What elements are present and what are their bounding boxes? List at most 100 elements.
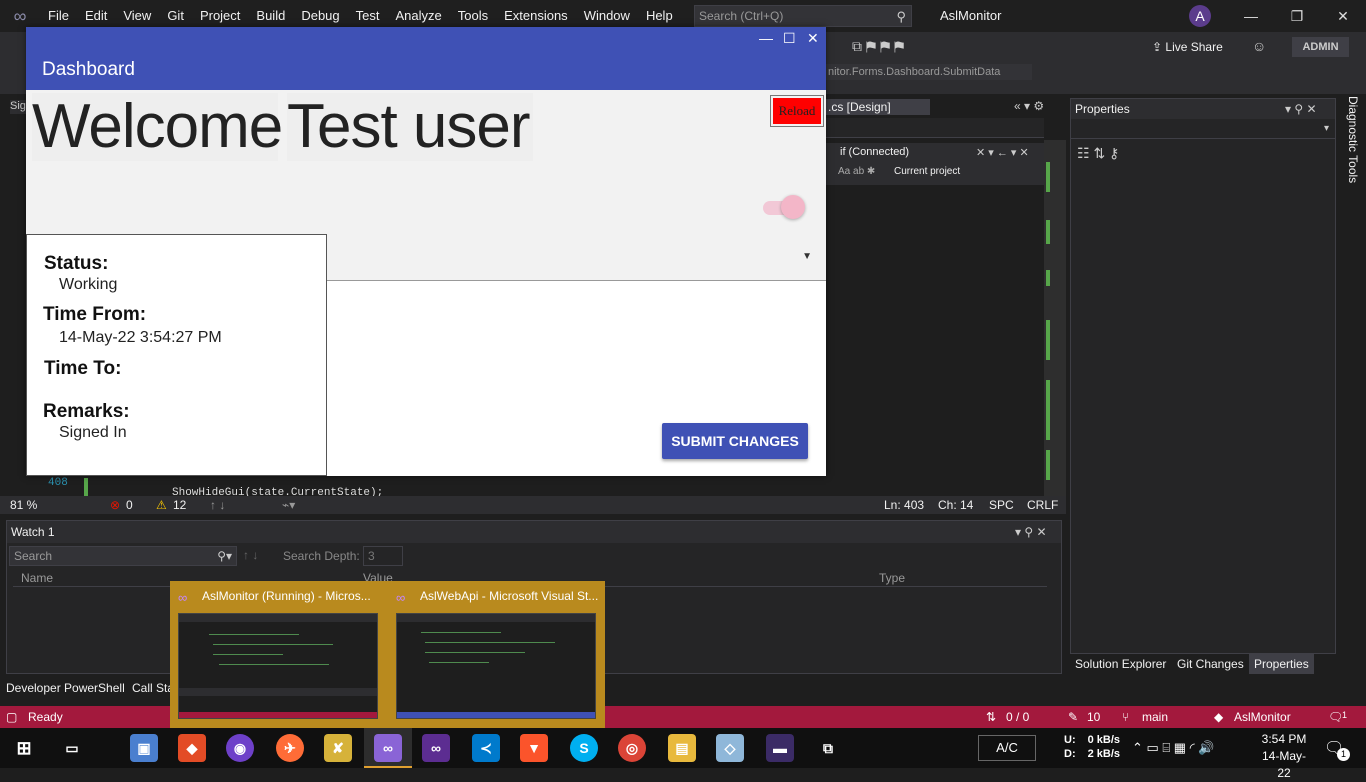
branch-icon: ⑂: [1122, 710, 1130, 724]
navigation-bar[interactable]: [826, 118, 1044, 138]
postman-icon[interactable]: ✈: [276, 734, 304, 762]
skype-icon[interactable]: S: [570, 734, 598, 762]
editor-scrollbar[interactable]: [1044, 140, 1066, 496]
tab-properties[interactable]: Properties: [1249, 654, 1314, 674]
repo-name[interactable]: AslMonitor: [1234, 710, 1291, 724]
categorized-icon[interactable]: ☷ ⇅ ⚷: [1077, 145, 1119, 161]
watch-header: Watch 1 ▾ ⚲ ✕: [7, 521, 1061, 543]
minimize-icon[interactable]: —: [1228, 0, 1274, 32]
toggle-switch-thumb[interactable]: [781, 195, 805, 219]
vs-search-placeholder: Search (Ctrl+Q): [699, 9, 784, 23]
reload-button[interactable]: Reload: [770, 95, 824, 127]
search-icon: ⚲▾: [217, 549, 232, 563]
col-name[interactable]: Name: [21, 571, 53, 585]
chevron-down-icon: ▼: [802, 251, 812, 262]
tab-call-stack[interactable]: Call Sta: [132, 678, 174, 698]
find-scope[interactable]: Current project: [894, 166, 960, 177]
bookmark-icon[interactable]: ⧉ ⚑ ⚑ ⚑: [852, 38, 904, 55]
branch-name[interactable]: main: [1142, 710, 1168, 724]
window-switcher-icon[interactable]: ⧉: [814, 734, 842, 762]
tab-git-changes[interactable]: Git Changes: [1172, 654, 1249, 674]
maximize-icon[interactable]: ☐: [783, 27, 796, 50]
brave-icon[interactable]: ▼: [520, 734, 548, 762]
find-panel: if (Connected) ✕ ▾ ← ▾ ✕ Aa ab ✱ Current…: [826, 143, 1044, 185]
panel-options-icon[interactable]: ▾ ⚲ ✕: [1285, 99, 1317, 119]
member-dropdown[interactable]: nitor.Forms.Dashboard.SubmitData: [826, 64, 1032, 80]
match-case-icon[interactable]: Aa ab ✱: [838, 166, 875, 177]
notification-icon[interactable]: 🗨: [1328, 710, 1343, 724]
github-icon[interactable]: ◉: [226, 734, 254, 762]
clock[interactable]: 3:54 PM 14-May-22: [1256, 731, 1312, 782]
live-share-button[interactable]: ⇪ Live Share: [1152, 40, 1223, 54]
submit-changes-button[interactable]: SUBMIT CHANGES: [662, 423, 808, 459]
zoom-level[interactable]: 81 %: [10, 498, 37, 512]
output-icon: ▢: [6, 710, 18, 724]
member-dropdown-value: nitor.Forms.Dashboard.SubmitData: [828, 66, 1001, 78]
tab-developer-powershell[interactable]: Developer PowerShell: [6, 678, 125, 698]
watch-search-input[interactable]: Search ⚲▾: [9, 546, 237, 566]
warning-count[interactable]: 12: [173, 498, 186, 512]
find-query[interactable]: if (Connected): [840, 146, 909, 158]
windows-start-icon[interactable]: ⊞: [10, 734, 38, 762]
error-count[interactable]: 0: [126, 498, 133, 512]
minimize-icon[interactable]: —: [759, 27, 773, 50]
chrome-icon[interactable]: ◎: [618, 734, 646, 762]
find-close-icon[interactable]: ✕ ▾ ← ▾ ✕: [976, 146, 1029, 159]
scroll-tabs-icon[interactable]: « ▾ ⚙: [1014, 99, 1044, 113]
reload-label: Reload: [773, 98, 821, 124]
cleanup-icon[interactable]: ⌁▾: [282, 498, 295, 512]
git-app-icon[interactable]: ◆: [178, 734, 206, 762]
vscode-icon[interactable]: ≺: [472, 734, 500, 762]
thumbnail-aslmonitor[interactable]: ∞ AslMonitor (Running) - Micros...: [170, 587, 378, 723]
search-depth-label: Search Depth:: [283, 549, 360, 563]
vs-search-input[interactable]: Search (Ctrl+Q) ⚲: [694, 5, 912, 27]
diagnostic-tools-tab[interactable]: Diagnostic Tools: [1340, 96, 1360, 196]
editor-status-bar: 81 % ⊗ 0 ⚠ 12 ↑ ↓ ⌁▾ Ln: 403 Ch: 14 SPC …: [0, 496, 1066, 514]
close-icon[interactable]: ✕: [807, 27, 819, 50]
file-tool-icon[interactable]: ✘: [324, 734, 352, 762]
feedback-icon[interactable]: ☺: [1252, 38, 1266, 54]
time-to-label: Time To:: [44, 358, 122, 379]
search-depth-select[interactable]: 3: [363, 546, 403, 566]
visual-studio-2-icon[interactable]: ∞: [422, 734, 450, 762]
watch-options-icon[interactable]: ▾ ⚲ ✕: [1015, 521, 1047, 543]
tab-solution-explorer[interactable]: Solution Explorer: [1070, 654, 1171, 674]
windows-taskbar: ⊞ ▭ ▣ ◆ ◉ ✈ ✘ ∞ ∞ ≺ ▼ S ◎ ▤ ◇ ▬ ⧉ A/C U:…: [0, 728, 1366, 780]
warning-icon: ⚠: [156, 498, 167, 512]
ac-button[interactable]: A/C: [978, 735, 1036, 761]
line-number: 408: [48, 477, 68, 489]
app-icon[interactable]: ◇: [716, 734, 744, 762]
dashboard-header: Dashboard: [26, 50, 826, 90]
tab-design[interactable]: .cs [Design]: [826, 99, 930, 115]
properties-panel: Properties ▾ ⚲ ✕ ▾ ☷ ⇅ ⚷: [1070, 98, 1336, 654]
net-down: 2 kB/s: [1087, 748, 1121, 760]
terminal-icon[interactable]: ▬: [766, 734, 794, 762]
search-icon: ⚲: [896, 9, 906, 24]
nav-arrows-icon[interactable]: ↑ ↓: [210, 498, 225, 512]
close-icon[interactable]: ✕: [1320, 0, 1366, 32]
task-view-icon[interactable]: ▭: [58, 734, 86, 762]
repo-icon: ◆: [1214, 710, 1224, 724]
search-nav-icon[interactable]: ↑ ↓: [243, 548, 258, 562]
whitespace-mode[interactable]: SPC: [989, 498, 1014, 512]
active-app-indicator: [364, 728, 412, 768]
restore-icon[interactable]: ❐: [1274, 0, 1320, 32]
share-icon: ⇪: [1152, 40, 1166, 54]
col-type[interactable]: Type: [879, 571, 905, 585]
object-selector[interactable]: ▾: [1071, 121, 1335, 139]
properties-title: Properties: [1075, 102, 1130, 116]
thumbnail-aslwebapi[interactable]: ∞ AslWebApi - Microsoft Visual St...: [388, 587, 598, 723]
avatar[interactable]: A: [1189, 5, 1211, 27]
status-card: Status: Working Time From: 14-May-22 3:5…: [26, 234, 327, 476]
remote-desktop-icon[interactable]: ▣: [130, 734, 158, 762]
git-changes-count[interactable]: 0 / 0: [1006, 710, 1029, 724]
dashboard-titlebar[interactable]: — ☐ ✕: [26, 27, 826, 50]
file-explorer-icon[interactable]: ▤: [668, 734, 696, 762]
status-ready: Ready: [28, 710, 63, 724]
thumbnail-preview: [178, 613, 378, 719]
status-dropdown[interactable]: ▼: [326, 235, 826, 281]
time-from-value: 14-May-22 3:54:27 PM: [59, 329, 222, 346]
pending-changes[interactable]: 10: [1087, 710, 1100, 724]
tray-icons[interactable]: ⌃ ▭ ⌸ ▦ ◜ 🔊: [1132, 740, 1215, 756]
line-ending[interactable]: CRLF: [1027, 498, 1058, 512]
